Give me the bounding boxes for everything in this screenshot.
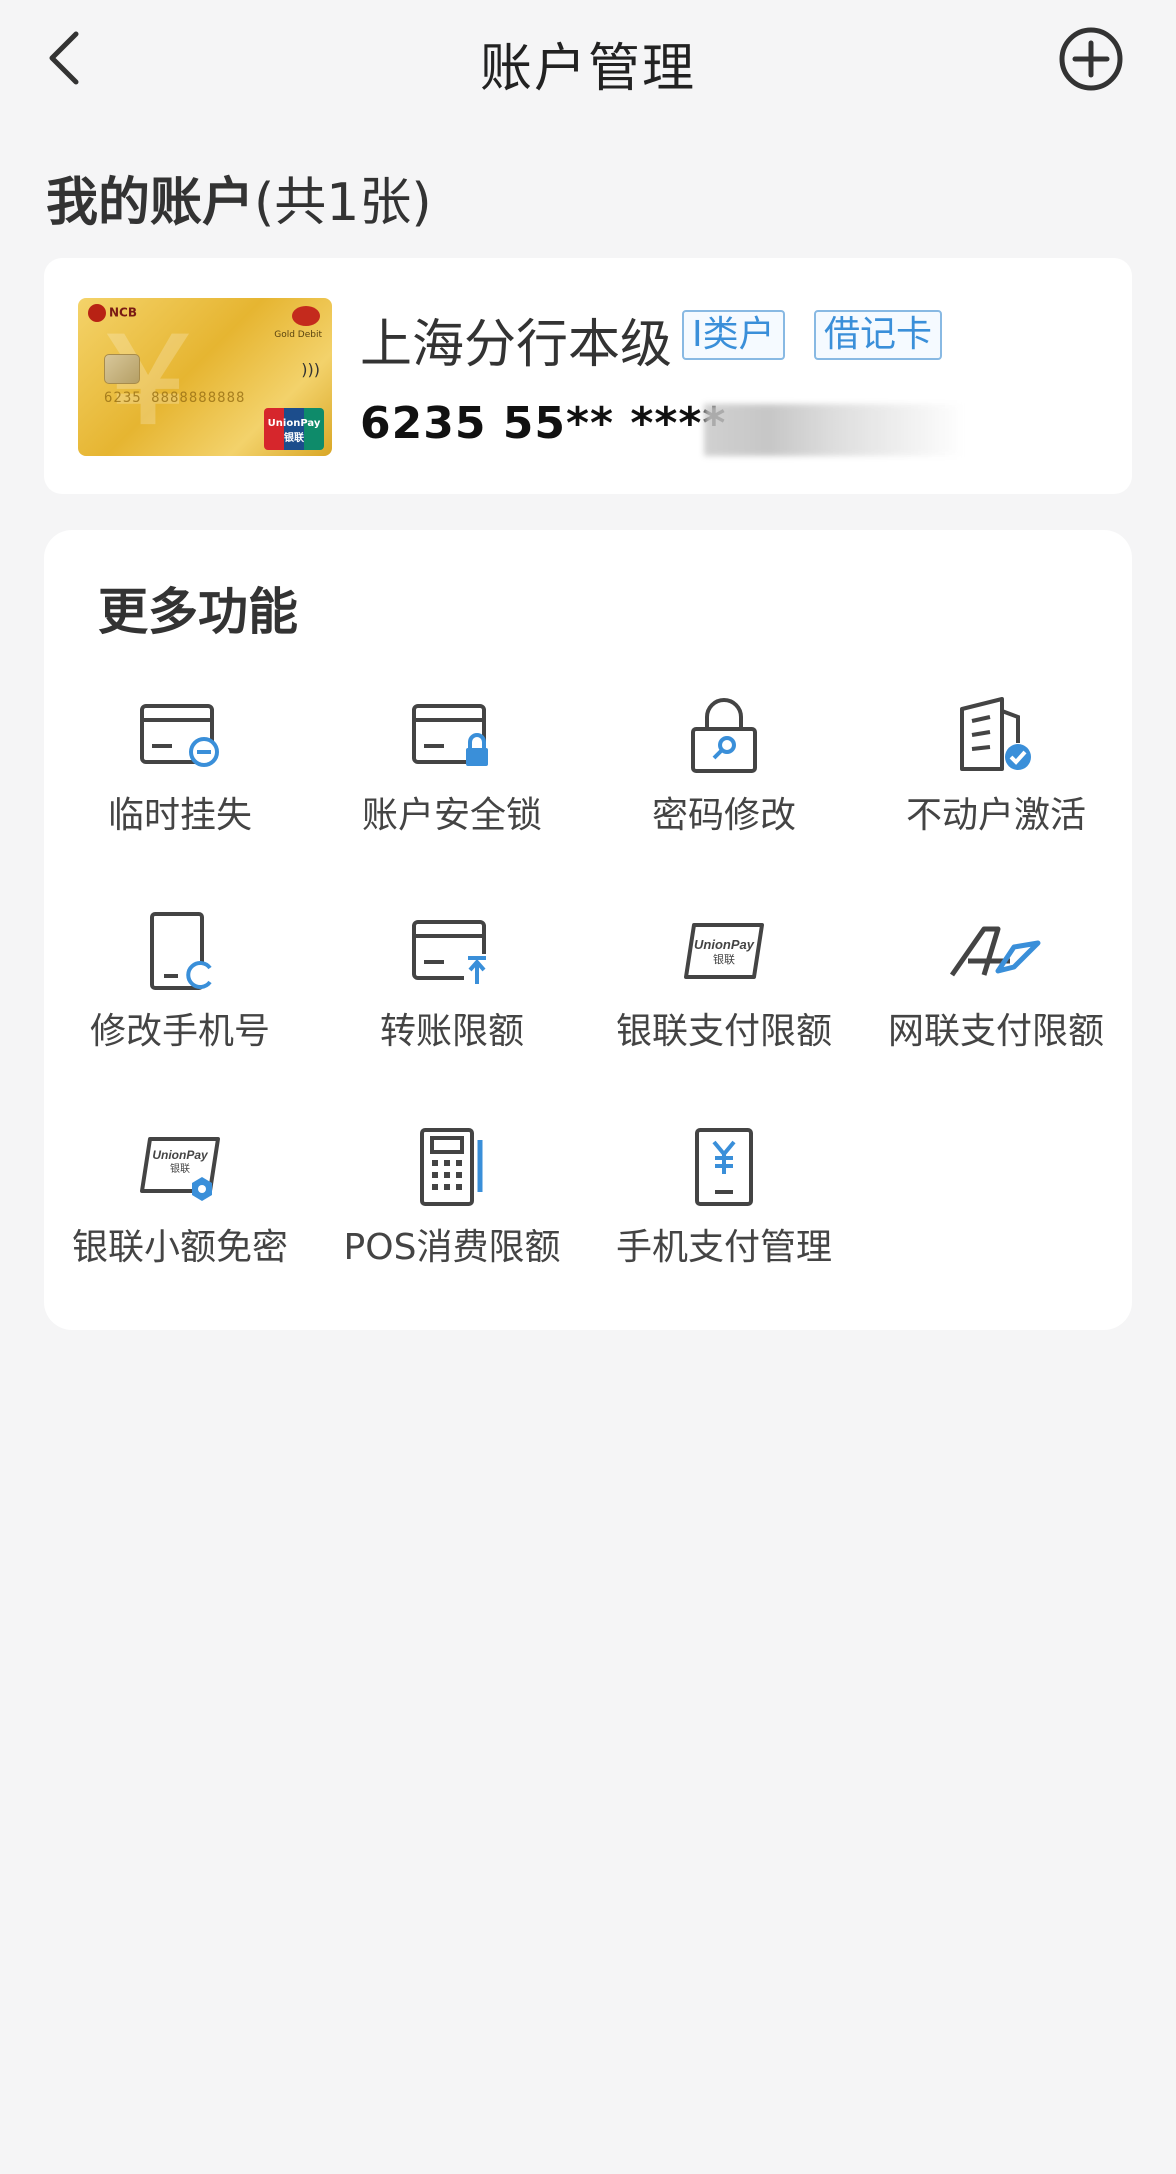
phone-yuan-icon [695,1128,753,1206]
dormant-account-activation-button[interactable]: 不动户激活 [860,690,1132,870]
account-security-lock-button[interactable]: 账户安全锁 [316,690,588,870]
change-password-button[interactable]: 密码修改 [588,690,860,870]
unionpay-password-free-button[interactable]: UnionPay 银联 银联小额免密 [44,1122,316,1302]
account-count: (共1张) [254,173,432,233]
function-label: 修改手机号 [89,1011,270,1052]
card-type-text: Gold Debit [274,330,322,340]
account-class-badge: I类户 [682,310,785,360]
card-upload-icon [412,920,490,984]
function-label: 临时挂失 [107,795,252,836]
function-label: 不动户激活 [905,795,1086,836]
pos-terminal-icon [420,1128,483,1206]
more-functions-title: 更多功能 [98,583,298,641]
mobile-payment-management-button[interactable]: 手机支付管理 [588,1122,860,1302]
contactless-icon: ))) [301,360,320,379]
function-label: 银联小额免密 [71,1227,288,1268]
unionpay-logo: UnionPay 银联 [264,408,324,450]
padlock-key-icon [691,698,757,773]
page-title: 账户管理 [479,39,696,99]
top-bar: 账户管理 [0,0,1176,118]
netunion-limit-button[interactable]: 网联支付限额 [860,906,1132,1086]
function-label: 手机支付管理 [615,1227,832,1268]
add-account-button[interactable] [1056,24,1126,94]
card-chip [104,354,140,384]
svg-text:银联: 银联 [713,952,735,966]
unionpay-badge-icon: UnionPay 银联 [140,1137,220,1201]
report-loss-button[interactable]: 临时挂失 [44,690,316,870]
masked-card-number [704,404,964,456]
function-label: POS消费限额 [343,1227,561,1268]
building-check-icon [960,697,1031,771]
phone-refresh-icon [150,912,212,990]
card-lock-icon [412,704,488,766]
card-embossed-number: 6235 8888888888 [104,390,246,406]
my-accounts-heading: 我的账户(共1张) [46,160,432,235]
more-functions-panel: 更多功能 临时挂失 账户安全锁 密码修改 不动户激活 修改手机号 转账限额 Un… [44,530,1132,1330]
function-label: 账户安全锁 [361,795,542,836]
bank-logo: NCB [88,304,137,322]
svg-text:UnionPay: UnionPay [694,937,755,952]
change-phone-button[interactable]: 修改手机号 [44,906,316,1086]
card-number: 6235 55** **** [360,398,727,449]
netunion-logo-icon [949,926,1041,977]
bank-card-image: ￥ NCB Gold Debit ))) 6235 8888888888 Uni… [78,298,332,456]
partner-logo [292,306,320,326]
card-type-badge: 借记卡 [814,310,943,360]
pos-limit-button[interactable]: POS消费限额 [316,1122,588,1302]
plus-circle-icon [1059,27,1123,91]
account-card[interactable]: ￥ NCB Gold Debit ))) 6235 8888888888 Uni… [44,258,1132,494]
svg-text:银联: 银联 [170,1162,190,1175]
my-accounts-title: 我的账户 [46,173,255,233]
function-label: 网联支付限额 [887,1011,1104,1052]
card-minus-icon [140,704,219,767]
transfer-limit-button[interactable]: 转账限额 [316,906,588,1086]
function-label: 银联支付限额 [615,1011,832,1052]
unionpay-limit-button[interactable]: UnionPay 银联 银联支付限额 [588,906,860,1086]
branch-name: 上海分行本级 [360,315,673,375]
unionpay-card-icon: UnionPay 银联 [684,923,764,979]
function-label: 转账限额 [379,1011,524,1052]
function-label: 密码修改 [651,795,796,836]
svg-text:UnionPay: UnionPay [152,1148,209,1162]
